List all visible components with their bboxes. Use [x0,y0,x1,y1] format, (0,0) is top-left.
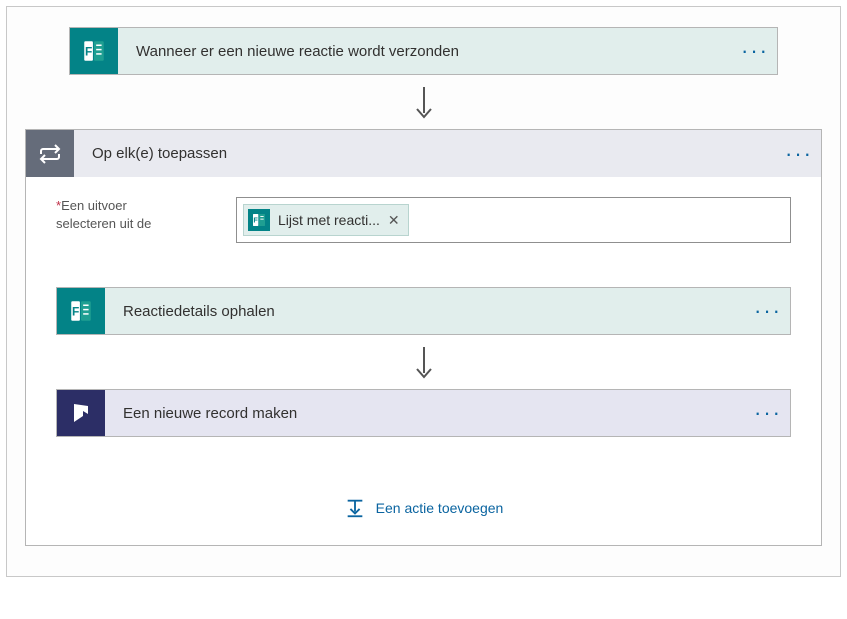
get-details-title: Reactiedetails ophalen [105,303,746,320]
dynamics-icon [57,390,105,436]
input-label-line2: selecteren uit de [56,216,151,231]
foreach-input-label: *Een uitvoer selecteren uit de [56,197,196,232]
forms-icon: F [57,288,105,334]
dynamic-content-token[interactable]: F Lijst met reacti... ✕ [243,204,409,236]
add-step-icon [344,497,366,519]
svg-text:F: F [72,304,79,318]
trigger-title: Wanneer er een nieuwe reactie wordt verz… [118,43,733,60]
add-action-button[interactable]: Een actie toevoegen [56,497,791,519]
create-record-title: Een nieuwe record maken [105,405,746,422]
token-label: Lijst met reacti... [278,212,380,228]
loop-icon [26,130,74,177]
foreach-body: *Een uitvoer selecteren uit de F Lijs [25,177,822,546]
forms-icon: F [70,28,118,74]
foreach-input-field[interactable]: F Lijst met reacti... ✕ [236,197,791,243]
forms-icon: F [248,209,270,231]
svg-text:F: F [253,216,258,225]
arrow-connector [56,335,791,389]
arrow-connector [25,75,822,129]
foreach-header[interactable]: Op elk(e) toepassen ··· [25,129,822,177]
input-label-line1: Een uitvoer [61,198,127,213]
get-details-card[interactable]: F Reactiedetails ophalen ··· [56,287,791,335]
create-record-card[interactable]: Een nieuwe record maken ··· [56,389,791,437]
flow-canvas: F Wanneer er een nieuwe reactie wordt ve… [6,6,841,577]
svg-text:F: F [85,44,92,58]
trigger-card[interactable]: F Wanneer er een nieuwe reactie wordt ve… [69,27,778,75]
foreach-title: Op elk(e) toepassen [74,145,777,162]
add-action-label: Een actie toevoegen [376,500,504,516]
token-remove-button[interactable]: ✕ [388,213,400,227]
foreach-input-row: *Een uitvoer selecteren uit de F Lijs [56,197,791,243]
